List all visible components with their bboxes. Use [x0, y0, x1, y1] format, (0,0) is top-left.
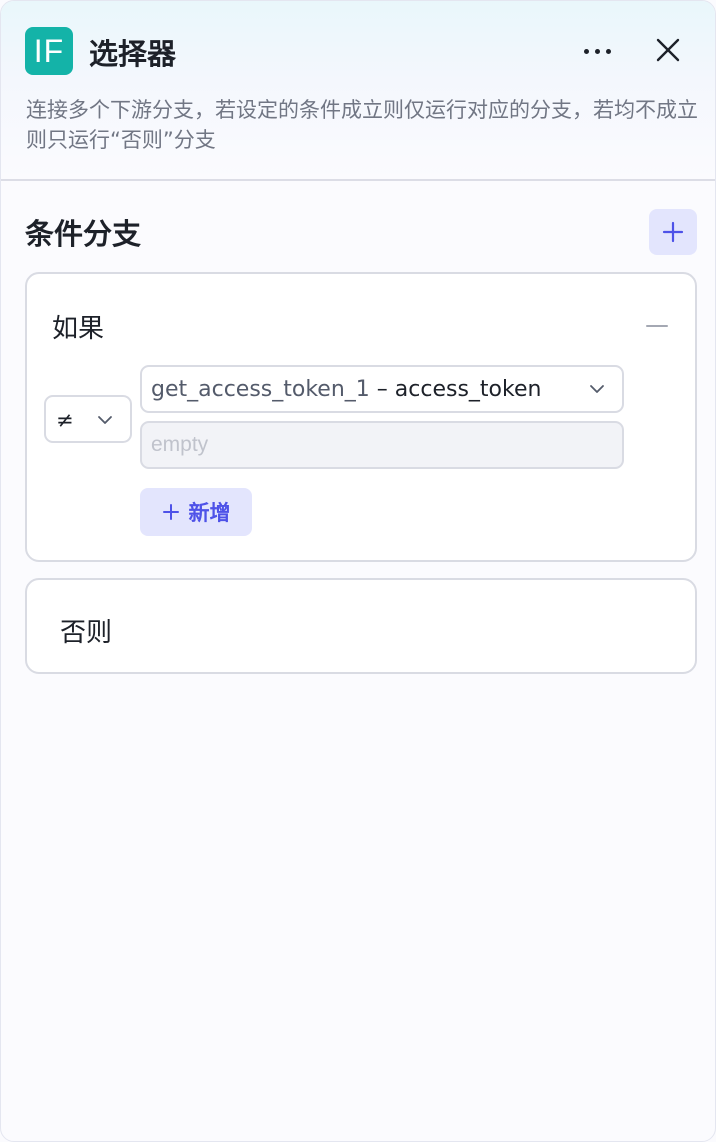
variable-select[interactable]: get_access_token_1 – access_token — [140, 365, 624, 413]
condition-value-input[interactable] — [140, 421, 624, 469]
else-branch-label: 否则 — [60, 618, 113, 648]
add-branch-button[interactable] — [649, 209, 697, 255]
plus-icon — [162, 504, 179, 520]
panel-title: 选择器 — [89, 37, 177, 71]
if-branch-label: 如果 — [52, 314, 105, 344]
chevron-down-icon — [590, 385, 604, 393]
selector-node-panel: IF 选择器 连接多个下游分支，若设定的条件成立则仅运行对应的分支，若均不成立则… — [0, 0, 716, 1142]
more-options-button[interactable] — [577, 31, 617, 71]
logo-text: IF — [33, 32, 65, 69]
variable-value: get_access_token_1 – access_token — [151, 377, 541, 402]
remove-branch-button[interactable] — [641, 314, 673, 338]
panel-header: IF 选择器 连接多个下游分支，若设定的条件成立则仅运行对应的分支，若均不成立则… — [1, 1, 715, 181]
add-condition-label: 新增 — [188, 501, 231, 525]
close-icon — [656, 38, 680, 62]
close-button[interactable] — [653, 35, 683, 65]
chevron-down-icon — [98, 416, 112, 424]
if-branch-card: 如果 ≠ get_access_token_1 – access_token e… — [25, 272, 697, 562]
section-title: 条件分支 — [25, 217, 142, 251]
minus-icon — [646, 325, 668, 327]
if-logo-icon: IF — [25, 27, 73, 75]
panel-description: 连接多个下游分支，若设定的条件成立则仅运行对应的分支，若均不成立则只运行“否则”… — [26, 98, 698, 152]
operator-value: ≠ — [56, 408, 74, 432]
variable-field-name: access_token — [394, 377, 542, 402]
plus-icon — [662, 221, 684, 243]
variable-node-name: get_access_token_1 — [151, 377, 370, 402]
variable-separator: – — [369, 377, 395, 402]
operator-select[interactable]: ≠ — [44, 395, 132, 443]
more-horizontal-icon — [583, 48, 611, 54]
else-branch-card: 否则 — [25, 578, 697, 674]
add-condition-button[interactable]: 新增 — [140, 488, 252, 536]
